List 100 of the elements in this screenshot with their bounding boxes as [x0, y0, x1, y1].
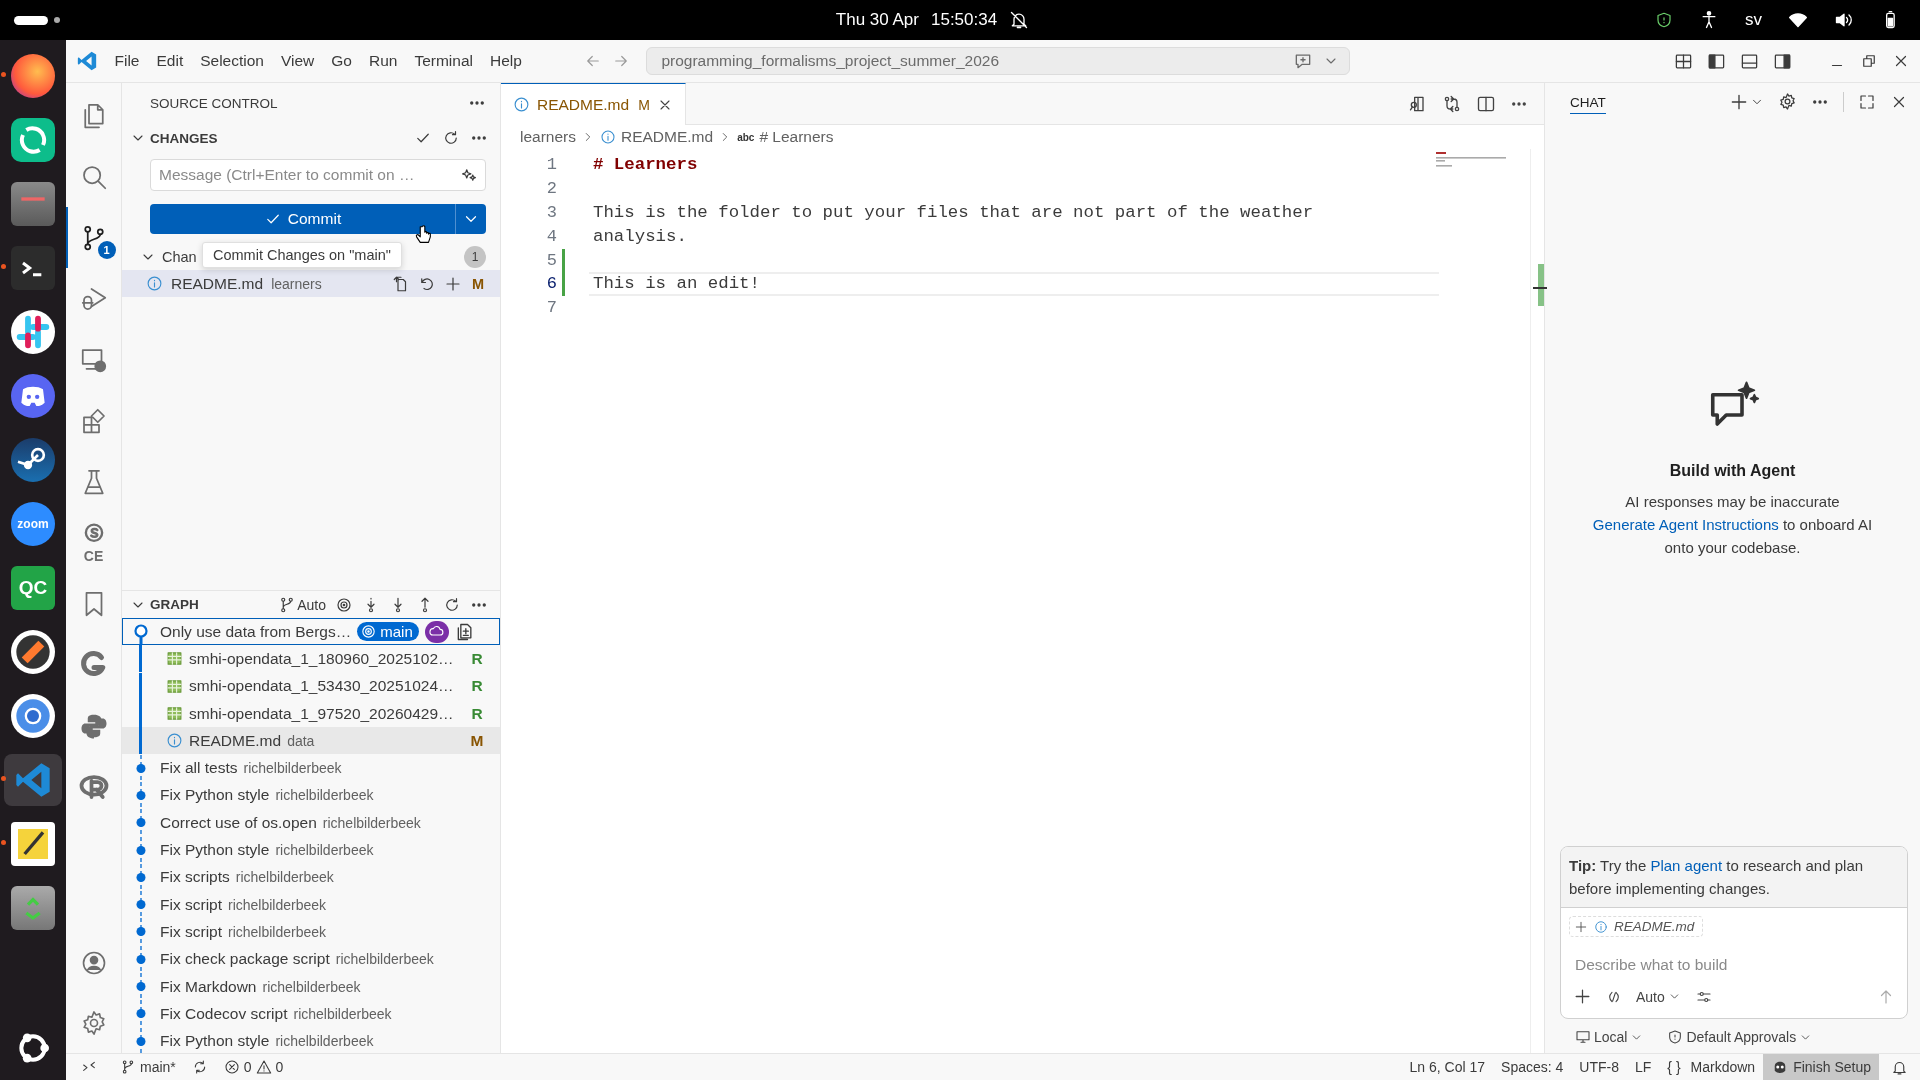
- app-logo-icon[interactable]: [13, 696, 53, 736]
- code-line: # Learners: [592, 154, 699, 176]
- editor-tab[interactable]: README.md M: [501, 83, 686, 125]
- info-icon: [146, 275, 163, 292]
- empty-state-title: Build with Agent: [1669, 461, 1796, 481]
- instructions-text: Generate Agent Instructions to onboard AI onto your codebase.: [1591, 515, 1874, 558]
- commit-node: [136, 809, 146, 837]
- language-mode[interactable]: { } Markdown: [1659, 1054, 1764, 1080]
- commit-node: [134, 624, 148, 646]
- changed-file-row[interactable]: smhi-opendata_1_53430_20251024… R: [122, 672, 500, 700]
- commit-row[interactable]: Fix script richelbilderbeek: [122, 890, 500, 919]
- attachment-chip[interactable]: README.md: [1569, 916, 1704, 937]
- commit-message-field[interactable]: Message (Ctrl+Enter to commit on …: [150, 159, 486, 191]
- branch-tag[interactable]: main: [357, 622, 419, 642]
- spreadsheet-file-icon: [166, 650, 183, 668]
- spreadsheet-file-icon: [166, 677, 183, 695]
- menu-item[interactable]: View: [272, 48, 323, 74]
- commit-node: [136, 1027, 146, 1053]
- clock-date[interactable]: Thu 30 Apr: [835, 10, 919, 30]
- branch-status[interactable]: main*: [112, 1054, 184, 1080]
- changed-file-row[interactable]: smhi-opendata_1_180960_2025102… R: [122, 645, 500, 673]
- breadcrumb-item[interactable]: README.md: [600, 128, 714, 146]
- info-icon: [166, 732, 183, 750]
- breadcrumb-item[interactable]: abc # Learners: [737, 128, 834, 146]
- refresh-icon[interactable]: [443, 595, 461, 614]
- settings-icon[interactable]: [1778, 92, 1797, 111]
- menu-item[interactable]: Terminal: [405, 48, 482, 74]
- code-line: analysis.: [592, 225, 688, 248]
- commit-row[interactable]: Fix Python style richelbilderbeek: [122, 1027, 500, 1053]
- changed-file-row[interactable]: README.md data M: [122, 727, 500, 755]
- chat-tab[interactable]: CHAT: [1570, 89, 1606, 114]
- menu-item[interactable]: Go: [322, 48, 361, 74]
- activity-tab[interactable]: CE: [65, 512, 122, 573]
- section-header[interactable]: GRAPH Auto: [122, 591, 500, 618]
- commit-row[interactable]: Only use data from Bergs… main: [122, 618, 500, 646]
- commit-row[interactable]: Fix check package script richelbilderbeek: [122, 945, 500, 973]
- commit-node: [136, 973, 146, 1000]
- count-badge: 1: [97, 241, 116, 259]
- status-item[interactable]: LF: [1627, 1054, 1660, 1080]
- plan-agent-link[interactable]: Plan agent: [1650, 857, 1723, 874]
- menu-item[interactable]: Help: [481, 48, 531, 74]
- restore-icon[interactable]: [1860, 52, 1878, 70]
- branch-mode-button[interactable]: Auto: [278, 595, 326, 614]
- app-logo-icon: [76, 50, 98, 72]
- commit-row[interactable]: Fix Codecov script richelbilderbeek: [122, 1000, 500, 1028]
- bell-muted-icon[interactable]: [1009, 10, 1030, 30]
- cloud-tag-icon[interactable]: [424, 620, 449, 643]
- line-number: 4: [545, 225, 557, 248]
- problems-status[interactable]: 0 0: [215, 1054, 292, 1080]
- breadcrumb-item[interactable]: learners: [520, 128, 576, 146]
- chat-input-field[interactable]: Describe what to build: [1573, 949, 1895, 981]
- maximize-icon[interactable]: [1858, 92, 1876, 111]
- section-header[interactable]: CHANGES: [122, 123, 500, 153]
- monitor-icon: [1575, 1029, 1591, 1045]
- shield-icon[interactable]: [1655, 11, 1673, 29]
- commit-row[interactable]: Fix Markdown richelbilderbeek: [122, 972, 500, 1001]
- status-item[interactable]: UTF-8: [1571, 1054, 1627, 1080]
- line-number: 2: [545, 177, 557, 200]
- line-number: 1: [545, 154, 557, 176]
- commit-node: [136, 754, 146, 782]
- menu-item[interactable]: Edit: [148, 48, 192, 74]
- line-number: 5: [545, 249, 557, 272]
- tooltip: Commit Changes on "main": [202, 242, 402, 268]
- shield-icon: [1667, 1029, 1684, 1045]
- keyboard-layout[interactable]: sv: [1745, 10, 1762, 30]
- menu-item[interactable]: Selection: [191, 48, 273, 74]
- status-item[interactable]: Spaces: 4: [1493, 1054, 1572, 1080]
- commit-row[interactable]: Fix script richelbilderbeek: [122, 918, 500, 946]
- count-badge: 1: [464, 245, 486, 268]
- commit-node: [136, 891, 146, 919]
- status-item[interactable]: Ln 6, Col 17: [1401, 1054, 1494, 1080]
- mode-dropdown[interactable]: Auto: [1636, 988, 1681, 1005]
- code-line: This is an edit!: [589, 272, 1439, 297]
- info-icon: [600, 129, 616, 145]
- command-center[interactable]: programming_formalisms_project_summer_2026: [646, 47, 1351, 75]
- location-dropdown[interactable]: Local: [1575, 1029, 1644, 1045]
- finish-setup-button[interactable]: Finish Setup: [1763, 1054, 1879, 1080]
- commit-row[interactable]: Fix scripts richelbilderbeek: [122, 863, 500, 891]
- commit-row[interactable]: Fix Python style richelbilderbeek: [122, 836, 500, 864]
- sparkle-icon[interactable]: [460, 166, 478, 184]
- refresh-icon[interactable]: [442, 129, 460, 147]
- generate-instructions-link[interactable]: Generate Agent Instructions: [1592, 516, 1779, 533]
- commit-node: [136, 836, 146, 864]
- clock-time[interactable]: 15:50:34: [931, 10, 998, 30]
- plus-icon[interactable]: [1573, 987, 1592, 1006]
- app-logo-icon[interactable]: [13, 632, 53, 672]
- activities-indicator[interactable]: [14, 15, 60, 25]
- wifi-icon[interactable]: [1788, 10, 1808, 30]
- commit-row[interactable]: Correct use of os.open richelbilderbeek: [122, 809, 500, 837]
- menu-item[interactable]: Run: [360, 48, 406, 74]
- code-line: This is the folder to put your files that are not part of the weather: [592, 201, 1315, 224]
- compare-changes-icon[interactable]: [1442, 93, 1462, 114]
- commit-row[interactable]: Fix Python style richelbilderbeek: [122, 781, 500, 810]
- menu-item[interactable]: File: [106, 48, 148, 74]
- commit-row[interactable]: Fix all tests richelbilderbeek: [122, 754, 500, 782]
- changed-file-row[interactable]: README.md learners M: [122, 270, 500, 297]
- target-icon[interactable]: [335, 595, 353, 614]
- approvals-dropdown[interactable]: Default Approvals: [1667, 1029, 1813, 1045]
- commit-node: [136, 918, 146, 946]
- line-number: 6: [545, 273, 557, 296]
